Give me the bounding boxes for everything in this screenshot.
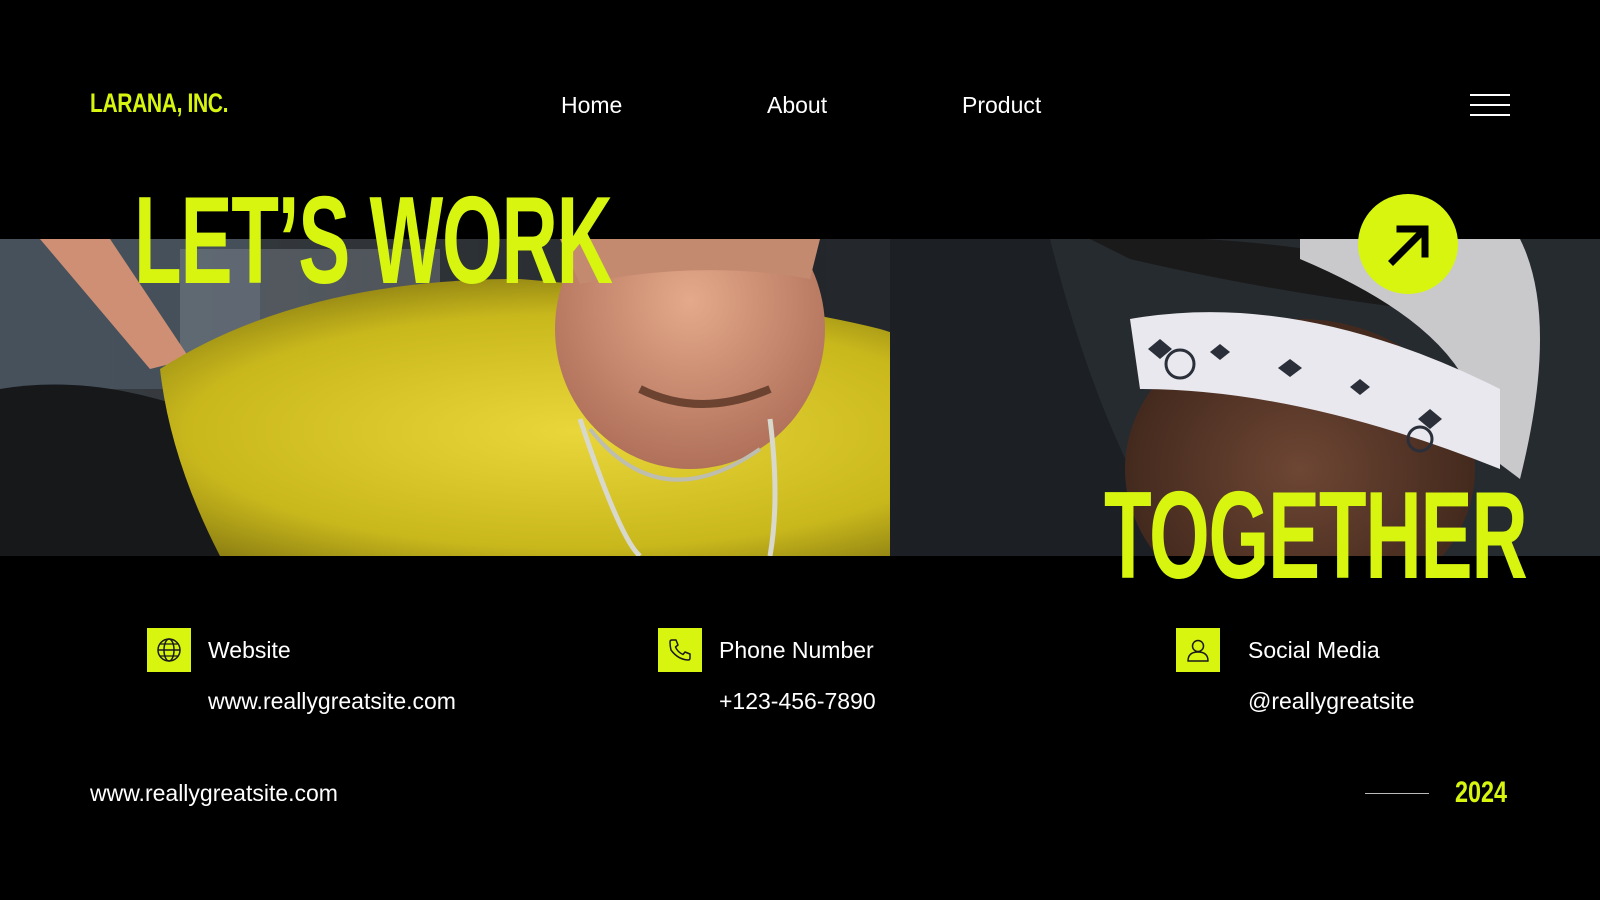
headline-together: TOGETHER bbox=[1104, 467, 1528, 605]
social-label: Social Media bbox=[1248, 637, 1380, 663]
footer-divider bbox=[1365, 793, 1429, 794]
footer-year: 2024 bbox=[1455, 776, 1508, 809]
phone-value[interactable]: +123-456-7890 bbox=[719, 688, 876, 715]
social-value[interactable]: @reallygreatsite bbox=[1248, 688, 1415, 715]
website-value[interactable]: www.reallygreatsite.com bbox=[208, 688, 456, 715]
phone-label: Phone Number bbox=[719, 637, 874, 663]
website-label: Website bbox=[208, 637, 291, 663]
globe-icon bbox=[147, 628, 191, 672]
brand-logo[interactable]: LARANA, INC. bbox=[90, 88, 228, 119]
user-icon bbox=[1176, 628, 1220, 672]
phone-icon bbox=[658, 628, 702, 672]
hamburger-menu-icon[interactable] bbox=[1470, 94, 1510, 118]
nav-home[interactable]: Home bbox=[561, 92, 622, 119]
nav-product[interactable]: Product bbox=[962, 92, 1041, 119]
nav-about[interactable]: About bbox=[767, 92, 827, 119]
arrow-up-right-button[interactable] bbox=[1358, 194, 1458, 294]
footer-url[interactable]: www.reallygreatsite.com bbox=[90, 780, 338, 807]
headline-lets-work: LET’S WORK bbox=[134, 172, 613, 310]
arrow-up-right-icon bbox=[1388, 225, 1429, 266]
